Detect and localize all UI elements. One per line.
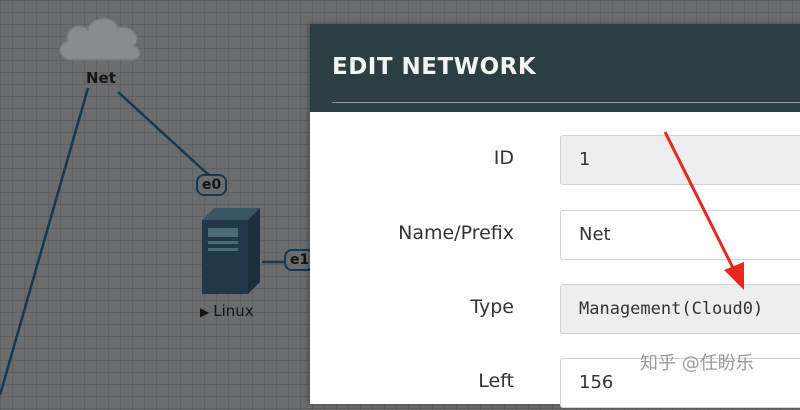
annotation-arrow	[663, 131, 744, 290]
watermark: 知乎 @任盼乐	[640, 353, 754, 374]
